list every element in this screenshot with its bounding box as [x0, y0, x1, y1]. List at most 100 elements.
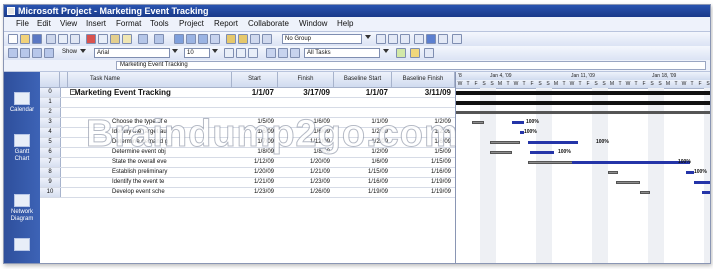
row-id-cell[interactable]: 7 — [40, 158, 61, 167]
row-id-cell[interactable]: 8 — [40, 168, 61, 177]
baseline-bar[interactable] — [640, 191, 650, 194]
spelling-icon[interactable] — [70, 34, 80, 44]
new-icon[interactable] — [8, 34, 18, 44]
row-id-cell[interactable]: 1 — [40, 98, 61, 107]
task-progress-bar[interactable] — [572, 161, 690, 164]
chevron-down-icon[interactable] — [212, 49, 218, 53]
baseline-finish-cell[interactable]: 1/19/09 — [392, 188, 455, 197]
gantt-wizard-icon[interactable] — [410, 48, 420, 58]
copy-picture-icon[interactable] — [414, 34, 424, 44]
task-name-cell[interactable]: Marketing Event Tracking — [68, 88, 234, 97]
table-row[interactable]: 0 Marketing Event Tracking 1/1/07 3/17/09 1/… — [40, 88, 455, 98]
baseline-finish-cell[interactable]: 3/11/09 — [392, 88, 455, 97]
summary-task-bar[interactable] — [456, 91, 710, 95]
baseline-start-cell[interactable]: 1/15/09 — [334, 168, 392, 177]
chevron-down-icon[interactable] — [365, 35, 371, 39]
format-painter-icon[interactable] — [122, 34, 132, 44]
scroll-to-task-icon[interactable] — [400, 34, 410, 44]
tools-icon[interactable] — [438, 34, 448, 44]
menu-tools[interactable]: Tools — [150, 17, 169, 31]
baseline-start-cell[interactable]: 1/19/09 — [334, 188, 392, 197]
undo-icon[interactable] — [138, 34, 148, 44]
baseline-finish-cell[interactable]: 1/19/09 — [392, 178, 455, 187]
finish-cell[interactable]: 1/20/09 — [278, 158, 334, 167]
start-cell[interactable]: 1/1/07 — [232, 88, 278, 97]
link-tasks-icon[interactable] — [186, 34, 196, 44]
task-progress-bar[interactable] — [528, 141, 578, 144]
row-id-cell[interactable]: 3 — [40, 118, 61, 127]
task-progress-bar[interactable] — [694, 181, 710, 184]
assign-resources-icon[interactable] — [250, 34, 260, 44]
unlink-tasks-icon[interactable] — [198, 34, 208, 44]
open-icon[interactable] — [20, 34, 30, 44]
row-id-cell[interactable]: 6 — [40, 148, 61, 157]
chevron-down-icon[interactable] — [172, 49, 178, 53]
copy-icon[interactable] — [98, 34, 108, 44]
finish-cell[interactable]: 1/23/09 — [278, 178, 334, 187]
view-gantt-chart[interactable]: Gantt Chart — [7, 134, 37, 163]
menu-report[interactable]: Report — [214, 17, 238, 31]
start-cell[interactable] — [232, 98, 278, 107]
align-center-icon[interactable] — [278, 48, 288, 58]
task-information-icon[interactable] — [226, 34, 236, 44]
row-id-cell[interactable]: 5 — [40, 138, 61, 147]
align-left-icon[interactable] — [266, 48, 276, 58]
row-id-cell[interactable]: 0 — [40, 88, 61, 97]
menu-edit[interactable]: Edit — [37, 17, 51, 31]
baseline-bar[interactable] — [490, 141, 520, 144]
menu-format[interactable]: Format — [116, 17, 141, 31]
menu-window[interactable]: Window — [299, 17, 327, 31]
baseline-start-cell[interactable]: 1/6/09 — [334, 158, 392, 167]
align-right-icon[interactable] — [290, 48, 300, 58]
show-subtasks-icon[interactable] — [32, 48, 42, 58]
insert-hyperlink-icon[interactable] — [174, 34, 184, 44]
menu-collaborate[interactable]: Collaborate — [248, 17, 289, 31]
baseline-start-cell[interactable]: 1/1/07 — [334, 88, 392, 97]
column-header-finish[interactable]: Finish — [278, 72, 334, 88]
help-icon[interactable] — [426, 34, 436, 44]
finish-cell[interactable] — [278, 98, 334, 107]
baseline-bar[interactable] — [472, 121, 484, 124]
table-row[interactable]: 1 — [40, 98, 455, 108]
baseline-bar[interactable] — [490, 151, 512, 154]
publish-icon[interactable] — [262, 34, 272, 44]
row-id-cell[interactable]: 10 — [40, 188, 61, 197]
baseline-finish-cell[interactable]: 1/16/09 — [392, 168, 455, 177]
outdent-icon[interactable] — [8, 48, 18, 58]
column-header-baseline-finish[interactable]: Baseline Finish — [392, 72, 455, 88]
task-progress-bar[interactable] — [686, 171, 694, 174]
start-cell[interactable]: 1/23/09 — [232, 188, 278, 197]
finish-cell[interactable]: 3/17/09 — [278, 88, 334, 97]
finish-cell[interactable]: 1/21/09 — [278, 168, 334, 177]
baseline-finish-cell[interactable] — [392, 98, 455, 107]
task-progress-bar[interactable] — [512, 121, 524, 124]
baseline-start-cell[interactable]: 1/16/09 — [334, 178, 392, 187]
row-id-cell[interactable]: 4 — [40, 128, 61, 137]
collapse-toggle-icon[interactable]: − — [70, 89, 76, 95]
baseline-finish-cell[interactable]: 1/15/09 — [392, 158, 455, 167]
entry-field[interactable]: Marketing Event Tracking — [116, 61, 706, 70]
task-notes-icon[interactable] — [238, 34, 248, 44]
show-label[interactable]: Show — [62, 49, 77, 55]
menu-insert[interactable]: Insert — [86, 17, 106, 31]
zoom-in-icon[interactable] — [376, 34, 386, 44]
paste-icon[interactable] — [110, 34, 120, 44]
menu-file[interactable]: File — [16, 17, 29, 31]
italic-icon[interactable] — [236, 48, 246, 58]
save-icon[interactable] — [32, 34, 42, 44]
cut-icon[interactable] — [86, 34, 96, 44]
table-row[interactable]: 10 Develop event sche 1/23/09 1/26/09 1/19/0… — [40, 188, 455, 198]
font-name-select[interactable]: Arial — [94, 48, 170, 58]
table-row[interactable]: 7 State the overall eve 1/12/09 1/20/09 1/6/… — [40, 158, 455, 168]
chevron-down-icon[interactable] — [80, 49, 86, 53]
autofilter-icon[interactable] — [396, 48, 406, 58]
column-header-start[interactable]: Start — [232, 72, 278, 88]
chevron-down-icon[interactable] — [383, 49, 389, 53]
underline-icon[interactable] — [248, 48, 258, 58]
redo-icon[interactable] — [154, 34, 164, 44]
task-progress-bar[interactable] — [530, 151, 554, 154]
start-cell[interactable]: 1/12/09 — [232, 158, 278, 167]
start-cell[interactable]: 1/21/09 — [232, 178, 278, 187]
column-header-task-name[interactable]: Task Name — [68, 72, 232, 88]
view-network-diagram[interactable]: Network Diagram — [7, 194, 37, 223]
